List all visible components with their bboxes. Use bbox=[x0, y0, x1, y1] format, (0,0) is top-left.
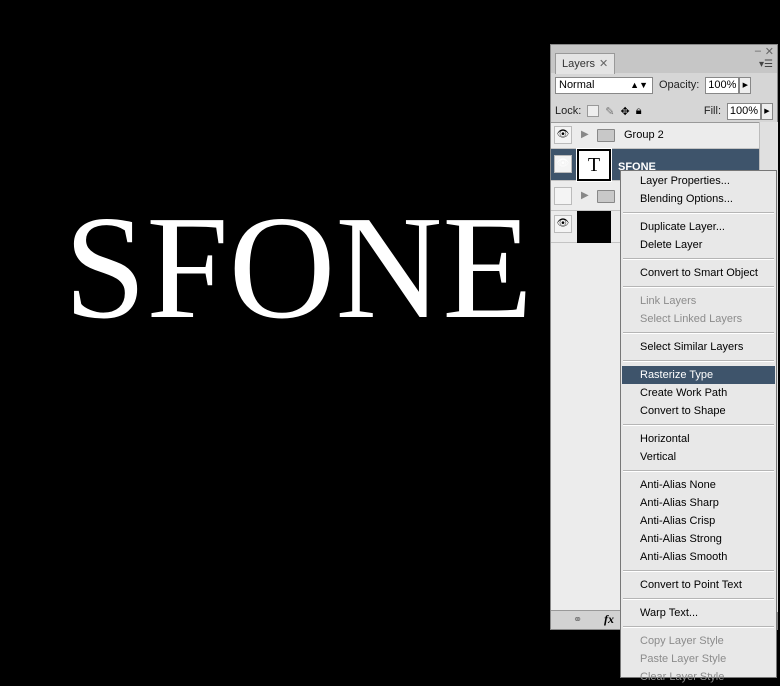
folder-icon bbox=[597, 129, 615, 142]
fill-slider-button[interactable]: ▶ bbox=[761, 102, 773, 120]
menu-item-select-linked-layers: Select Linked Layers bbox=[640, 313, 743, 325]
eye-icon[interactable]: 👁︎ bbox=[554, 155, 572, 173]
lock-move-icon[interactable]: ✥ bbox=[621, 105, 630, 118]
menu-item-paste-layer-style: Paste Layer Style bbox=[640, 653, 727, 665]
opacity-slider-button[interactable]: ▶ bbox=[739, 76, 752, 94]
layer-thumbnail bbox=[577, 211, 611, 243]
menu-separator bbox=[623, 470, 774, 472]
expand-triangle-icon[interactable]: ▶ bbox=[581, 190, 589, 201]
menu-item-copy-layer-style: Copy Layer Style bbox=[640, 635, 724, 647]
lock-brush-icon[interactable]: ✎ bbox=[605, 105, 614, 118]
menu-item-anti-alias-smooth[interactable]: Anti-Alias Smooth bbox=[622, 548, 775, 566]
fill-input[interactable]: 100% bbox=[727, 102, 761, 120]
canvas-text-sfone: SFONE bbox=[64, 186, 533, 350]
menu-item-clear-layer-style: Clear Layer Style bbox=[640, 671, 725, 683]
fx-icon[interactable]: fx bbox=[604, 612, 614, 627]
expand-triangle-icon[interactable]: ▶ bbox=[581, 129, 589, 140]
opacity-input[interactable]: 100% bbox=[705, 76, 740, 94]
blend-mode-value: Normal bbox=[559, 78, 595, 91]
opacity-label: Opacity: bbox=[659, 79, 700, 91]
menu-separator bbox=[623, 598, 774, 600]
blend-row: Normal ▲▼ Opacity: 100% ▶ bbox=[555, 75, 773, 95]
tab-layers[interactable]: Layers ✕ bbox=[555, 53, 616, 74]
text-layer-thumbnail-icon: T bbox=[576, 148, 612, 182]
eye-hidden-icon[interactable] bbox=[554, 187, 572, 205]
updown-icon: ▲▼ bbox=[630, 79, 648, 90]
tab-close-icon[interactable]: ✕ bbox=[599, 58, 608, 70]
menu-item-layer-properties[interactable]: Layer Properties... bbox=[622, 172, 775, 190]
fill-label: Fill: bbox=[703, 105, 721, 117]
menu-item-convert-to-smart-object[interactable]: Convert to Smart Object bbox=[622, 264, 775, 282]
menu-separator bbox=[623, 626, 774, 628]
minimize-icon[interactable]: – bbox=[755, 45, 761, 57]
menu-item-anti-alias-strong[interactable]: Anti-Alias Strong bbox=[622, 530, 775, 548]
menu-item-blending-options[interactable]: Blending Options... bbox=[622, 190, 775, 208]
context-menu: Layer Properties... Blending Options... Du… bbox=[620, 170, 777, 683]
menu-separator bbox=[623, 258, 774, 260]
tab-label: Layers bbox=[562, 58, 596, 70]
menu-item-rasterize-type[interactable]: Rasterize Type bbox=[622, 366, 775, 384]
layer-name: Group 2 bbox=[624, 129, 664, 141]
eye-icon[interactable]: 👁︎ bbox=[554, 215, 572, 233]
link-icon[interactable]: ⚭ bbox=[573, 613, 582, 626]
menu-separator bbox=[623, 360, 774, 362]
layer-row-group-2[interactable]: 👁︎ ▶ Group 2 bbox=[551, 123, 759, 149]
menu-item-duplicate-layer[interactable]: Duplicate Layer... bbox=[622, 218, 775, 236]
eye-icon[interactable]: 👁︎ bbox=[554, 126, 572, 144]
panel-menu-icon[interactable]: ▾☰ bbox=[759, 59, 773, 70]
menu-separator bbox=[623, 424, 774, 426]
menu-item-anti-alias-none[interactable]: Anti-Alias None bbox=[622, 476, 775, 494]
menu-item-select-similar-layers[interactable]: Select Similar Layers bbox=[622, 338, 775, 356]
menu-item-horizontal[interactable]: Horizontal bbox=[622, 430, 775, 448]
menu-item-anti-alias-crisp[interactable]: Anti-Alias Crisp bbox=[622, 512, 775, 530]
lock-transparency-icon[interactable] bbox=[587, 105, 600, 117]
lock-label: Lock: bbox=[555, 105, 582, 117]
menu-separator bbox=[623, 212, 774, 214]
menu-item-link-layers: Link Layers bbox=[640, 295, 697, 307]
menu-item-convert-to-point-text[interactable]: Convert to Point Text bbox=[622, 576, 775, 594]
menu-item-anti-alias-sharp[interactable]: Anti-Alias Sharp bbox=[622, 494, 775, 512]
folder-icon bbox=[597, 190, 615, 203]
lock-row: Lock: ✎ ✥ 🔒︎ Fill: 100% ▶ bbox=[555, 101, 773, 121]
close-icon[interactable]: ✕ bbox=[765, 45, 774, 58]
blend-mode-select[interactable]: Normal ▲▼ bbox=[555, 76, 653, 94]
menu-separator bbox=[623, 570, 774, 572]
menu-item-vertical[interactable]: Vertical bbox=[622, 448, 775, 466]
menu-item-delete-layer[interactable]: Delete Layer bbox=[622, 236, 775, 254]
menu-item-warp-text[interactable]: Warp Text... bbox=[622, 604, 775, 622]
menu-separator bbox=[623, 332, 774, 334]
lock-all-icon[interactable]: 🔒︎ bbox=[636, 105, 642, 118]
panel-tabbar: Layers ✕ – ✕ ▾☰ bbox=[551, 45, 777, 74]
menu-separator bbox=[623, 286, 774, 288]
menu-item-create-work-path[interactable]: Create Work Path bbox=[622, 384, 775, 402]
menu-item-convert-to-shape[interactable]: Convert to Shape bbox=[622, 402, 775, 420]
